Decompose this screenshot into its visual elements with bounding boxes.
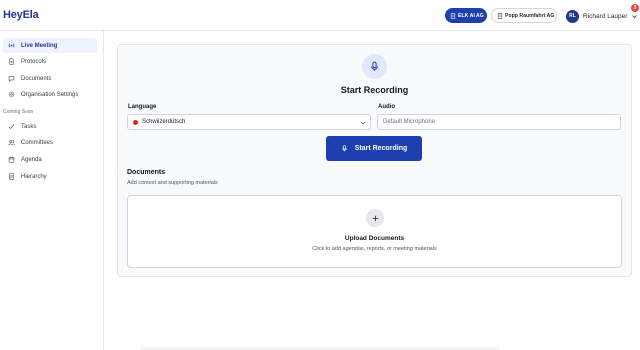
- sidebar-item-label: Organisation Settings: [21, 91, 79, 98]
- org-secondary-label: Popp Raumfahrt AG: [505, 12, 555, 19]
- sidebar-item-agenda[interactable]: Agenda: [3, 152, 97, 167]
- sidebar-item-tasks[interactable]: Tasks: [3, 119, 97, 134]
- gear-icon: [8, 91, 15, 98]
- bottom-fade: [140, 345, 500, 350]
- avatar: RL: [566, 9, 579, 23]
- upload-button[interactable]: [366, 209, 384, 227]
- building-icon: [497, 12, 503, 19]
- documents-heading: Documents: [127, 169, 166, 176]
- org-switch-secondary[interactable]: Popp Raumfahrt AG: [491, 8, 557, 23]
- user-name: Richard Lauper: [583, 12, 628, 20]
- sidebar-item-label: Hierarchy: [21, 173, 47, 180]
- sidebar-item-hierarchy[interactable]: Hierarchy: [3, 169, 97, 184]
- notification-badge[interactable]: 3: [631, 4, 639, 12]
- chevron-down-icon: [632, 14, 638, 18]
- upload-title: Upload Documents: [344, 235, 405, 242]
- sidebar: Live Meeting Protocols Documents Organis…: [0, 31, 104, 350]
- top-bar: HeyEla ELK AI AG Popp Raumfahrt AG RL Ri…: [0, 0, 640, 31]
- coming-soon-label: Coming Soon: [3, 109, 34, 115]
- upload-dropzone[interactable]: [127, 195, 622, 268]
- users-icon: [8, 140, 15, 146]
- calendar-icon: [8, 156, 15, 163]
- sidebar-item-organisation-settings[interactable]: Organisation Settings: [3, 87, 97, 102]
- sidebar-item-label: Tasks: [21, 123, 37, 130]
- start-recording-button[interactable]: Start Recording: [326, 136, 422, 161]
- sidebar-item-label: Protocols: [21, 58, 47, 65]
- microphone-icon: [371, 61, 378, 71]
- sidebar-item-label: Live Meeting: [21, 42, 58, 49]
- upload-subtitle: Click to add agendas, reports, or meetin…: [312, 246, 437, 252]
- sidebar-item-committees[interactable]: Committees: [3, 135, 97, 150]
- language-select[interactable]: Schwiizerdütsch: [127, 114, 371, 130]
- app-logo[interactable]: HeyEla: [3, 9, 39, 21]
- chevron-down-icon: [360, 121, 366, 125]
- mic-indicator: [362, 54, 387, 79]
- radio-icon: [8, 43, 15, 48]
- chat-icon: [8, 76, 15, 82]
- microphone-icon: [342, 145, 347, 152]
- sidebar-item-protocols[interactable]: Protocols: [3, 54, 97, 69]
- check-icon: [8, 124, 15, 129]
- sidebar-item-live-meeting[interactable]: Live Meeting: [3, 38, 97, 53]
- document-icon: [9, 58, 14, 65]
- start-recording-label: Start Recording: [354, 145, 408, 152]
- sidebar-item-label: Agenda: [21, 156, 42, 163]
- user-menu[interactable]: RL Richard Lauper: [566, 8, 638, 24]
- org-switch-primary[interactable]: ELK AI AG: [445, 8, 487, 23]
- sidebar-item-label: Committees: [21, 139, 54, 146]
- language-value: Schwiizerdütsch: [142, 119, 186, 125]
- audio-input[interactable]: Default Microphone: [377, 114, 621, 130]
- language-label: Language: [128, 104, 157, 110]
- building-icon: [450, 12, 456, 19]
- sidebar-item-documents[interactable]: Documents: [3, 71, 97, 86]
- sidebar-item-label: Documents: [21, 75, 52, 82]
- page-title: Start Recording: [340, 85, 409, 95]
- plus-icon: [372, 215, 378, 221]
- swiss-flag-icon: [133, 119, 138, 125]
- audio-label: Audio: [378, 104, 395, 110]
- org-primary-label: ELK AI AG: [458, 12, 484, 19]
- hierarchy-icon: [9, 173, 14, 180]
- documents-subheading: Add context and supporting materials: [127, 180, 218, 186]
